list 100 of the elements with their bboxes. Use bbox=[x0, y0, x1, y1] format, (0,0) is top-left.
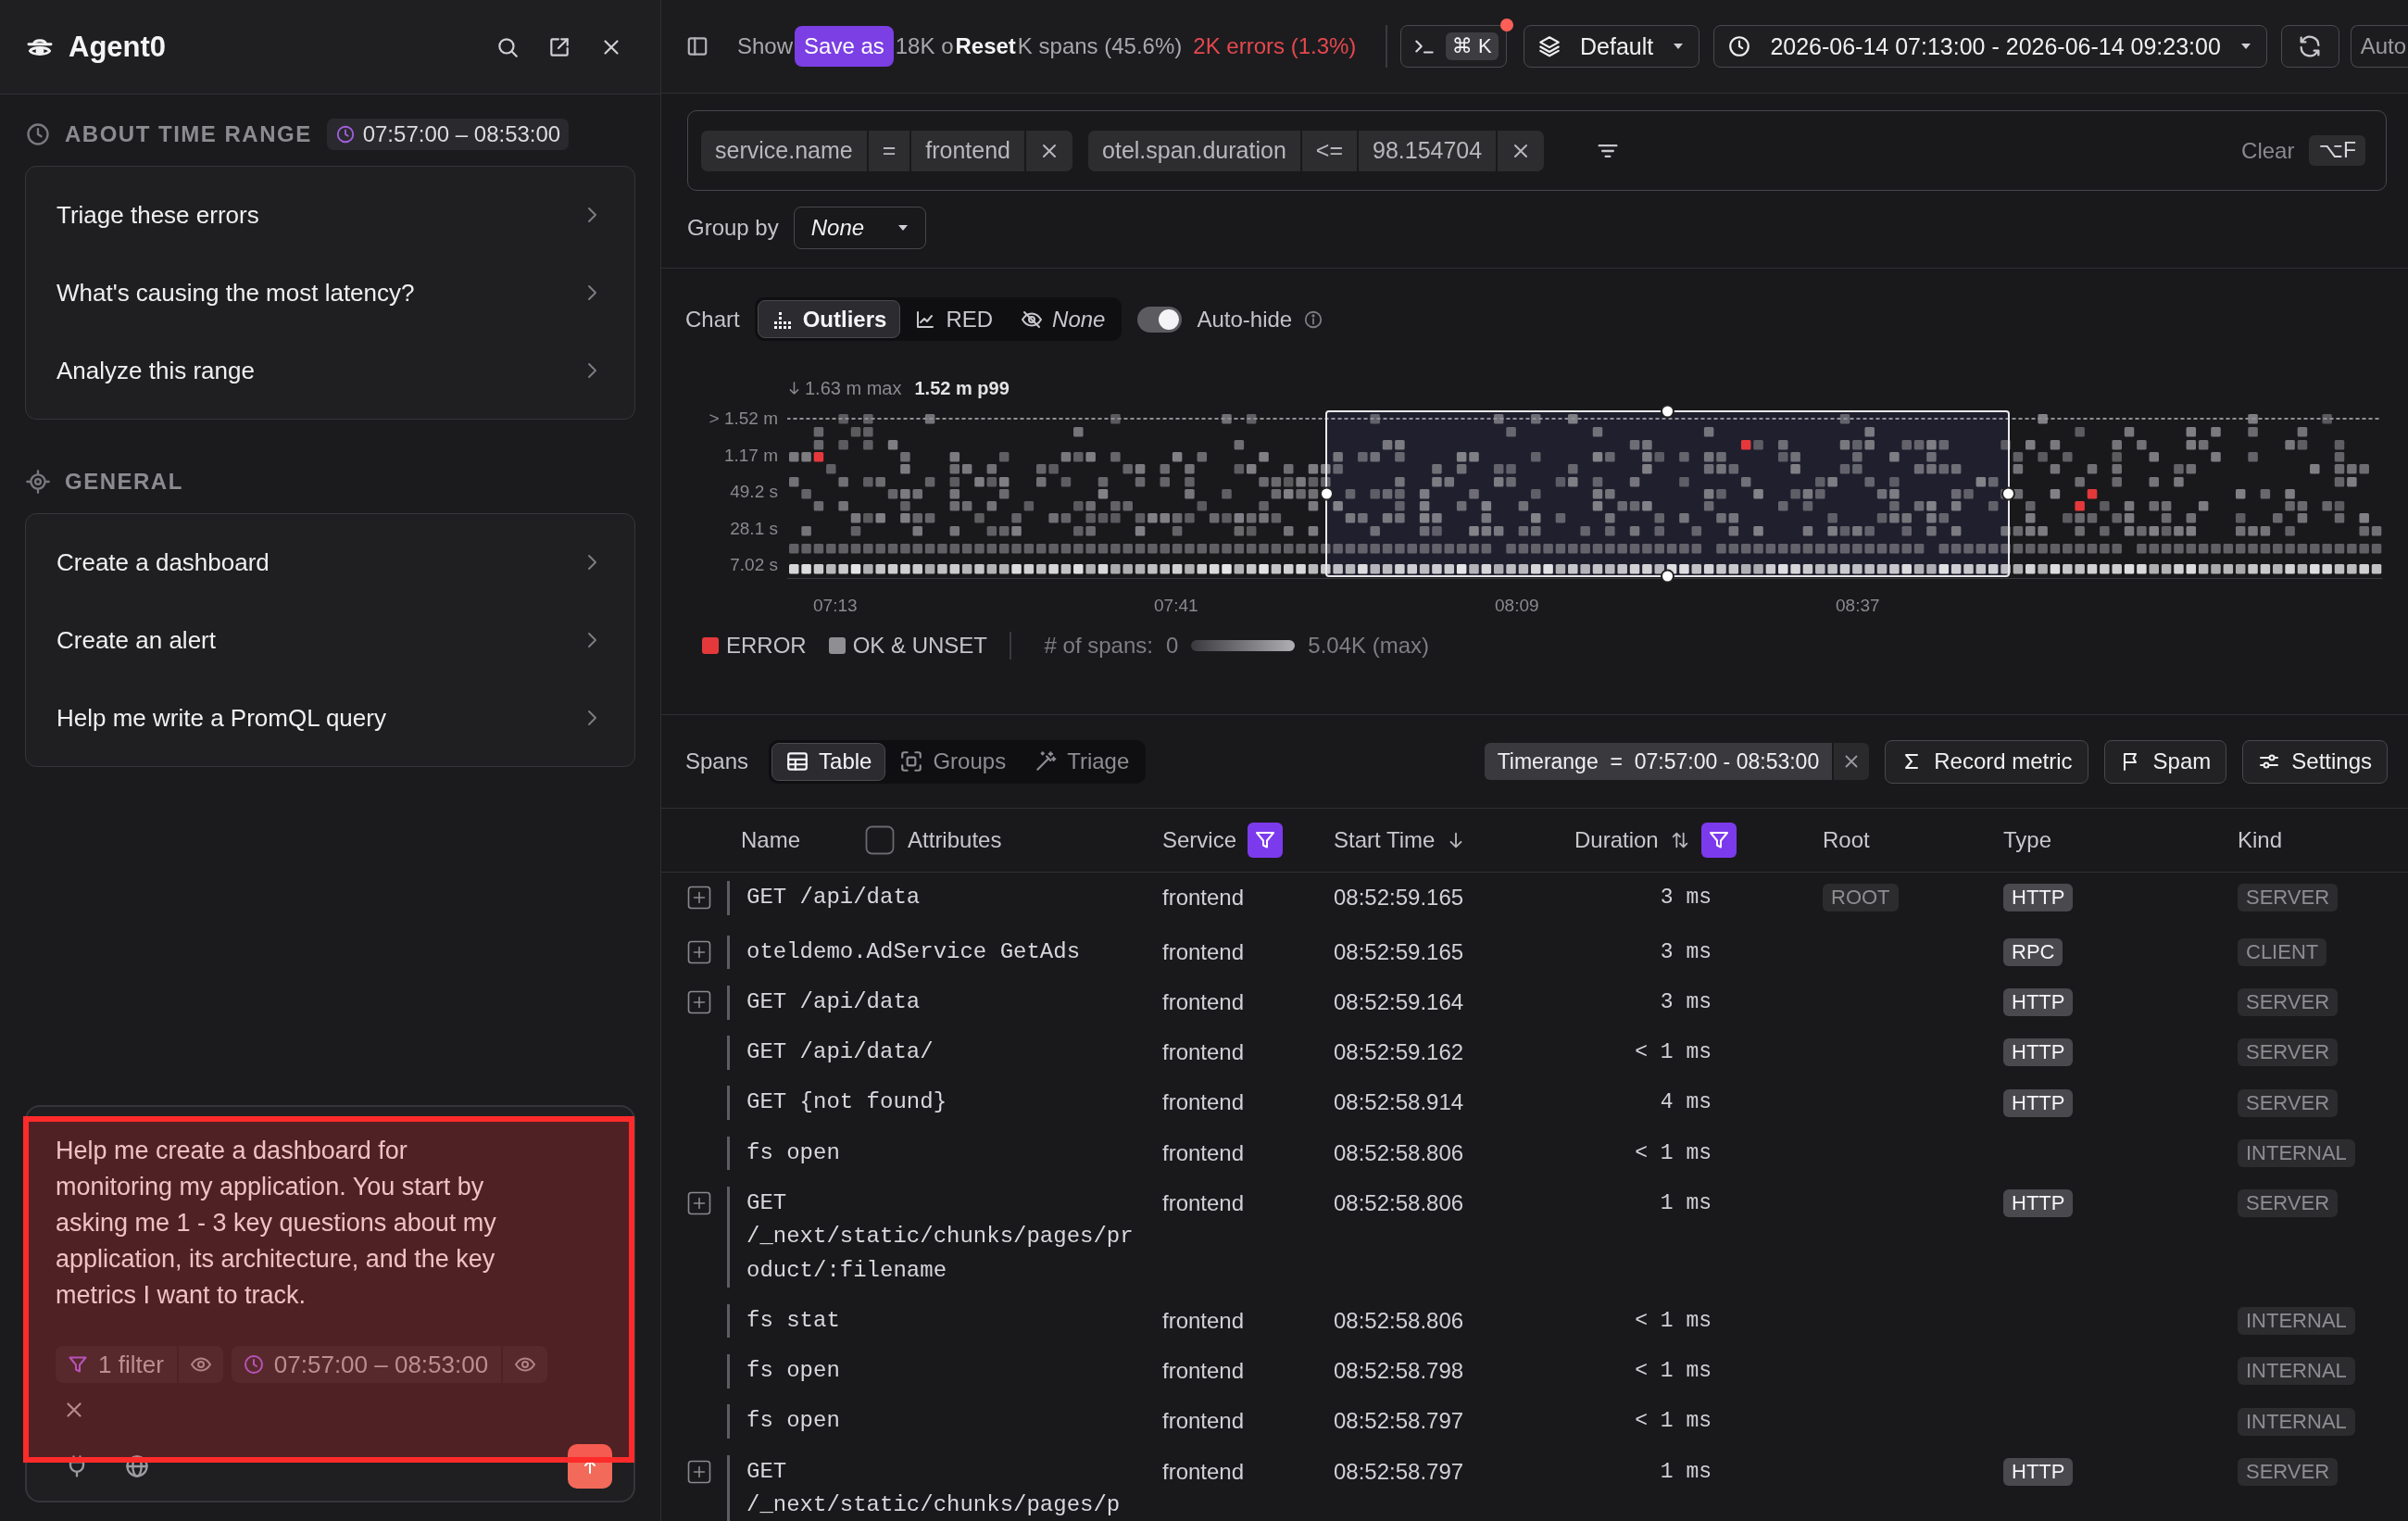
arrow-down-icon bbox=[789, 381, 799, 396]
filter-operator[interactable]: = bbox=[868, 130, 910, 171]
expand-icon[interactable] bbox=[687, 1191, 711, 1216]
column-header[interactable]: Type bbox=[2003, 827, 2052, 853]
column-header[interactable]: Service bbox=[1162, 827, 1237, 853]
axis-label: 49.2 s bbox=[730, 483, 778, 501]
span-name[interactable]: fs open bbox=[727, 1136, 840, 1171]
column-header[interactable]: Root bbox=[1823, 827, 1870, 853]
layers-icon bbox=[1536, 34, 1561, 58]
column-header[interactable]: Name bbox=[741, 827, 801, 853]
toolbar-button[interactable]: Settings bbox=[2242, 739, 2388, 784]
preview-button[interactable] bbox=[178, 1346, 223, 1383]
view-tab[interactable]: Triage bbox=[1020, 742, 1144, 781]
remove-filter-button[interactable] bbox=[1026, 130, 1073, 171]
clear-button[interactable]: Clear bbox=[2241, 137, 2295, 164]
span-name[interactable]: GET /api/data bbox=[727, 986, 921, 1020]
legend-label: ERROR bbox=[726, 633, 807, 659]
view-tab[interactable]: Table bbox=[771, 742, 886, 781]
filter-icon[interactable] bbox=[1700, 823, 1737, 858]
type-tag: HTTP bbox=[2003, 1457, 2074, 1486]
type-tag: HTTP bbox=[2003, 1088, 2074, 1117]
axis-label: 28.1 s bbox=[730, 519, 778, 538]
auto-hide-toggle[interactable] bbox=[1137, 306, 1183, 333]
kind-tag: SERVER bbox=[2238, 1038, 2339, 1067]
time-range-text: 07:57:00 – 08:53:00 bbox=[362, 121, 561, 147]
expand-icon[interactable] bbox=[687, 886, 711, 911]
send-button[interactable] bbox=[568, 1444, 612, 1489]
attributes-checkbox[interactable] bbox=[865, 825, 896, 855]
view-dropdown[interactable]: Default bbox=[1523, 25, 1699, 68]
preview-button[interactable] bbox=[503, 1346, 548, 1383]
target-icon bbox=[25, 469, 51, 495]
agent-title: Agent0 bbox=[69, 30, 167, 64]
section-heading: GENERAL bbox=[65, 469, 183, 495]
start-time-cell: 08:52:58.798 bbox=[1334, 1358, 1464, 1384]
expand-icon[interactable] bbox=[687, 1459, 711, 1484]
expand-icon[interactable] bbox=[687, 990, 711, 1015]
save-as-button[interactable]: Save as bbox=[795, 26, 894, 67]
toolbar-button[interactable]: Record metric bbox=[1885, 739, 2088, 784]
service-cell: frontend bbox=[1162, 1358, 1245, 1384]
suggestion-item[interactable]: What's causing the most latency? bbox=[26, 254, 634, 332]
time-range-dropdown[interactable]: 2026-06-14 07:13:00 - 2026-06-14 09:23:00 bbox=[1712, 25, 2267, 68]
column-header[interactable]: Kind bbox=[2238, 827, 2283, 853]
selection-range[interactable] bbox=[1320, 404, 2015, 584]
web-search-button[interactable] bbox=[124, 1453, 150, 1479]
filter-field[interactable]: service.name bbox=[701, 130, 867, 171]
refresh-button[interactable] bbox=[2280, 25, 2339, 68]
auto-refresh-button[interactable]: Auto bbox=[2350, 25, 2408, 68]
span-name[interactable]: GET /api/data/ bbox=[727, 1036, 934, 1070]
view-tab[interactable]: Groups bbox=[885, 742, 1021, 781]
chart-mode-tab[interactable]: None bbox=[1007, 300, 1120, 338]
duration-cell: 1 ms bbox=[1660, 1190, 1712, 1215]
duration-cell: 3 ms bbox=[1660, 886, 1712, 910]
remove-filter-button[interactable] bbox=[1834, 743, 1870, 780]
kind-tag: SERVER bbox=[2238, 1189, 2339, 1218]
duration-cell: 3 ms bbox=[1660, 939, 1712, 964]
sidebar-toggle-button[interactable] bbox=[685, 34, 709, 58]
type-tag: RPC bbox=[2003, 938, 2063, 967]
expand-icon[interactable] bbox=[687, 940, 711, 965]
service-cell: frontend bbox=[1162, 1307, 1245, 1333]
remove-filter-button[interactable] bbox=[1498, 130, 1545, 171]
group-by-label: Group by bbox=[687, 215, 779, 241]
span-name[interactable]: GET {not found} bbox=[727, 1086, 947, 1120]
context-chip[interactable]: 07:57:00 – 08:53:00 bbox=[231, 1346, 502, 1383]
span-name[interactable]: fs open bbox=[727, 1404, 840, 1439]
span-name[interactable]: fs stat bbox=[727, 1303, 840, 1339]
suggestion-item[interactable]: Create a dashboard bbox=[26, 523, 634, 601]
span-name[interactable]: GET /_next/static/chunks/pages/product/:filename bbox=[727, 1186, 1140, 1288]
span-name[interactable]: GET /api/data bbox=[727, 881, 921, 915]
suggestion-item[interactable]: Triage these errors bbox=[26, 176, 634, 254]
duration-cell: 1 ms bbox=[1660, 1459, 1712, 1484]
filter-value[interactable]: 98.154704 bbox=[1359, 130, 1497, 171]
suggestion-item[interactable]: Help me write a PromQL query bbox=[26, 679, 634, 757]
span-name[interactable]: GET /_next/static/chunks/pages/p bbox=[727, 1454, 1140, 1521]
span-count-text: Show bbox=[737, 33, 794, 59]
filter-value[interactable]: frontend bbox=[911, 130, 1025, 171]
reset-button[interactable]: Reset bbox=[955, 33, 1016, 59]
filter-operator[interactable]: <= bbox=[1301, 130, 1357, 171]
filter-icon[interactable] bbox=[1248, 823, 1284, 858]
chart-mode-tab[interactable]: Outliers bbox=[757, 300, 901, 338]
suggestion-item[interactable]: Create an alert bbox=[26, 601, 634, 679]
filter-field[interactable]: otel.span.duration bbox=[1088, 130, 1300, 171]
root-tag: ROOT bbox=[1823, 884, 1899, 912]
chart-mode-tab[interactable]: RED bbox=[900, 300, 1008, 338]
group-by-select[interactable]: None bbox=[793, 207, 926, 249]
start-time-cell: 08:52:58.806 bbox=[1334, 1307, 1464, 1333]
column-header[interactable]: Duration bbox=[1574, 827, 1659, 853]
span-name[interactable]: oteldemo.AdService GetAds bbox=[727, 935, 1081, 970]
suggestion-item[interactable]: Analyze this range bbox=[26, 332, 634, 409]
message-input[interactable]: Help me create a dashboard for monitoring my application. You start by asking me 1 - 3 key questions about my application, its architecture, and the key metrics I want to track. bbox=[56, 1133, 514, 1314]
toolbar-button[interactable]: Spam bbox=[2103, 739, 2227, 784]
caret-down-icon bbox=[897, 224, 909, 232]
span-name[interactable]: fs open bbox=[727, 1354, 840, 1389]
duration-cell: 4 ms bbox=[1660, 1090, 1712, 1115]
context-chip[interactable]: 1 filter bbox=[56, 1346, 177, 1383]
kind-tag: INTERNAL bbox=[2238, 1138, 2355, 1167]
table-icon bbox=[785, 749, 810, 773]
focus-box-icon bbox=[899, 749, 924, 773]
timerange-filter[interactable]: Timerange = 07:57:00 - 08:53:00 bbox=[1484, 743, 1833, 780]
p99-label: 1.52 m p99 bbox=[914, 377, 1010, 399]
caret-down-icon bbox=[1672, 43, 1684, 50]
